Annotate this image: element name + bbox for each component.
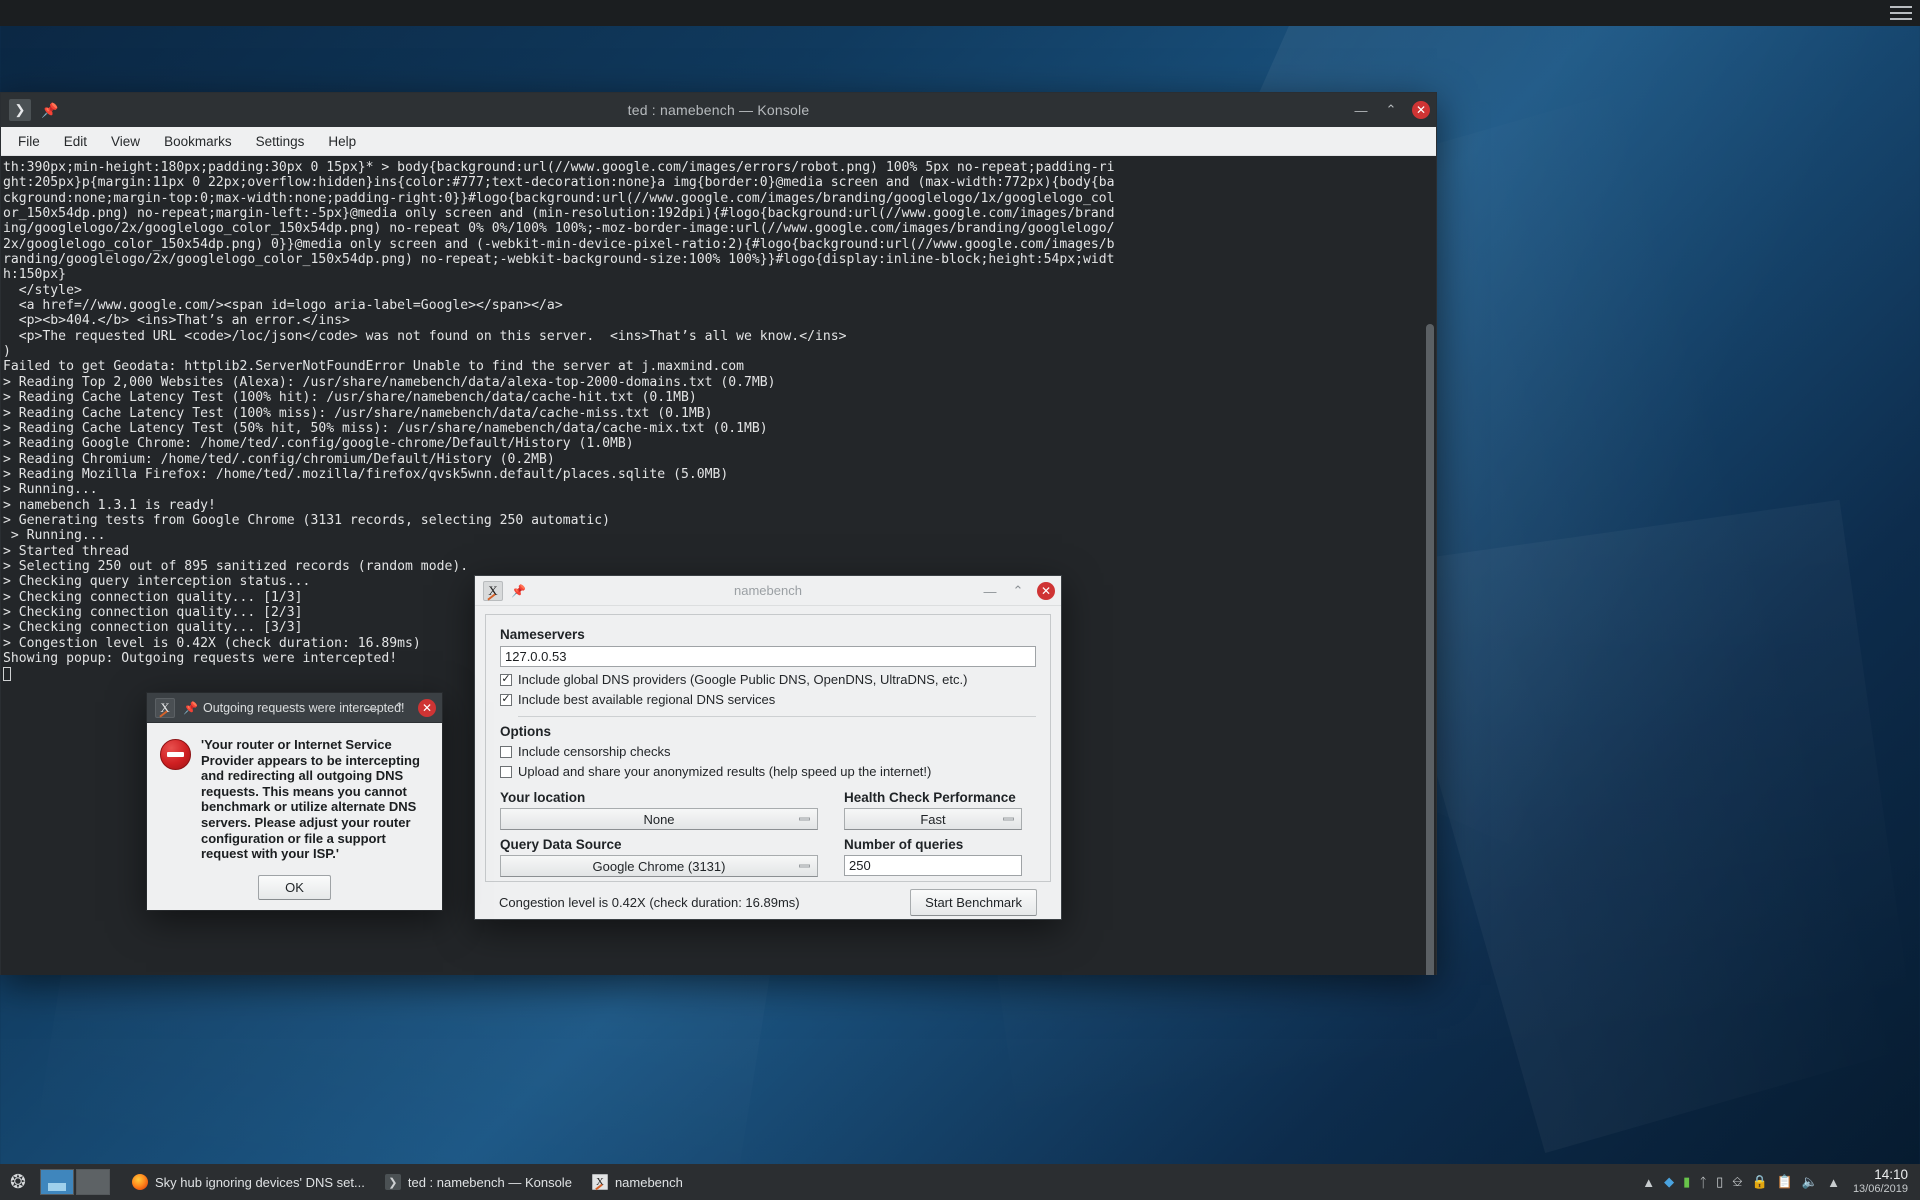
maximize-button[interactable]: ⌃ — [390, 699, 408, 717]
desktop-pager[interactable] — [40, 1169, 110, 1195]
clock-date: 13/06/2019 — [1852, 1183, 1908, 1195]
namebench-titlebar[interactable]: X 📌 namebench — ⌃ ✕ — [475, 576, 1061, 606]
terminal-cursor — [3, 667, 11, 682]
health-check-value: Fast — [920, 811, 946, 827]
pin-icon[interactable]: 📌 — [511, 584, 526, 598]
minimize-button[interactable]: — — [1352, 101, 1370, 119]
pin-icon[interactable]: 📌 — [39, 99, 61, 121]
namebench-window-title: namebench — [734, 583, 802, 598]
task-label: namebench — [614, 1174, 683, 1190]
konsole-menubar: File Edit View Bookmarks Settings Help — [1, 127, 1436, 156]
maximize-button[interactable]: ⌃ — [1382, 101, 1400, 119]
network-icon[interactable]: ▲ — [1827, 1175, 1840, 1190]
intercept-alert-window: X 📌 Outgoing requests were intercepted! … — [146, 692, 443, 911]
menu-item-edit[interactable]: Edit — [53, 130, 98, 153]
pin-icon[interactable]: 📌 — [183, 701, 198, 715]
x-application-icon: X — [591, 1174, 608, 1190]
checkbox-box[interactable]: ✓ — [500, 693, 512, 706]
congestion-status-text: Congestion level is 0.42X (check duratio… — [499, 895, 800, 910]
pager-desktop-1[interactable] — [40, 1169, 74, 1195]
health-check-select[interactable]: Fast — [844, 808, 1022, 830]
close-button[interactable]: ✕ — [1412, 101, 1430, 119]
task-label: Sky hub ignoring devices' DNS set... — [155, 1174, 365, 1190]
menu-item-bookmarks[interactable]: Bookmarks — [153, 130, 243, 153]
clock[interactable]: 14:10 13/06/2019 — [1853, 1167, 1912, 1197]
konsole-icon: ❯ — [384, 1174, 401, 1190]
konsole-window-title: ted : namebench — Konsole — [627, 102, 810, 118]
lock-icon[interactable]: 🔒 — [1752, 1174, 1768, 1190]
checkbox-label: Include best available regional DNS serv… — [518, 692, 776, 707]
namebench-window: X 📌 namebench — ⌃ ✕ Nameservers ✓ Includ… — [474, 575, 1062, 920]
printer-icon[interactable]: ⎒ — [1732, 1174, 1742, 1190]
minimize-button[interactable]: — — [981, 582, 999, 600]
stop-error-icon — [160, 739, 191, 770]
konsole-icon: ❯ — [9, 99, 31, 121]
menu-item-settings[interactable]: Settings — [245, 130, 316, 153]
checkbox-include-global-dns[interactable]: ✓ Include global DNS providers (Google P… — [500, 672, 1036, 687]
checkbox-label: Include global DNS providers (Google Pub… — [518, 672, 968, 687]
your-location-value: None — [643, 811, 675, 827]
start-benchmark-button[interactable]: Start Benchmark — [910, 889, 1037, 916]
kde-launcher-icon[interactable]: ❂ — [0, 1164, 36, 1200]
checkbox-upload-share-results[interactable]: Upload and share your anonymized results… — [500, 764, 1036, 779]
konsole-titlebar[interactable]: ❯ 📌 ted : namebench — Konsole — ⌃ ✕ — [1, 93, 1436, 127]
pager-desktop-2[interactable] — [76, 1169, 110, 1195]
checkbox-box[interactable] — [500, 745, 512, 758]
query-data-source-value: Google Chrome (3131) — [592, 858, 726, 874]
task-list: Sky hub ignoring devices' DNS set... ❯ t… — [124, 1167, 695, 1197]
battery-icon[interactable]: ▮ — [1683, 1174, 1690, 1190]
alert-titlebar[interactable]: X 📌 Outgoing requests were intercepted! … — [147, 693, 442, 723]
checkbox-label: Include censorship checks — [518, 744, 671, 759]
x-application-icon: X — [483, 580, 503, 601]
checkbox-box[interactable]: ✓ — [500, 673, 512, 686]
query-data-source-label: Query Data Source — [500, 837, 622, 852]
number-of-queries-input[interactable] — [844, 855, 1022, 876]
ok-button[interactable]: OK — [258, 874, 331, 900]
task-konsole[interactable]: ❯ ted : namebench — Konsole — [377, 1167, 584, 1197]
minimize-button[interactable]: — — [362, 699, 380, 717]
task-namebench[interactable]: X namebench — [584, 1167, 695, 1197]
namebench-form-panel: Nameservers ✓ Include global DNS provide… — [485, 614, 1051, 882]
audio-icon[interactable]: 🔈 — [1802, 1174, 1818, 1190]
query-data-source-select[interactable]: Google Chrome (3131) — [500, 855, 818, 877]
bluetooth-icon[interactable]: ᛏ — [1699, 1175, 1707, 1190]
clipboard-icon[interactable]: 📋 — [1777, 1174, 1793, 1190]
checkbox-label: Upload and share your anonymized results… — [518, 764, 932, 779]
task-firefox[interactable]: Sky hub ignoring devices' DNS set... — [124, 1167, 377, 1197]
number-of-queries-label: Number of queries — [844, 837, 964, 852]
divider — [518, 716, 1036, 717]
chevron-down-icon — [799, 864, 810, 868]
chevron-up-icon[interactable]: ▲ — [1642, 1175, 1655, 1190]
health-check-label: Health Check Performance — [844, 790, 1016, 805]
close-button[interactable]: ✕ — [1037, 582, 1055, 600]
terminal-scrollbar[interactable] — [1424, 156, 1436, 975]
checkbox-include-censorship-checks[interactable]: Include censorship checks — [500, 744, 1036, 759]
top-panel — [0, 0, 1920, 26]
taskbar: ❂ Sky hub ignoring devices' DNS set... ❯… — [0, 1164, 1920, 1200]
menu-item-view[interactable]: View — [100, 130, 151, 153]
chevron-down-icon — [799, 817, 810, 821]
menu-item-file[interactable]: File — [7, 130, 51, 153]
hamburger-icon[interactable] — [1890, 6, 1912, 20]
task-label: ted : namebench — Konsole — [407, 1174, 572, 1190]
maximize-button[interactable]: ⌃ — [1009, 582, 1027, 600]
display-icon[interactable]: ▯ — [1716, 1174, 1723, 1190]
your-location-label: Your location — [500, 790, 586, 805]
clock-time: 14:10 — [1874, 1167, 1908, 1182]
dropbox-icon[interactable]: ◆ — [1664, 1174, 1674, 1190]
nameservers-input[interactable] — [500, 646, 1036, 667]
menu-item-help[interactable]: Help — [317, 130, 367, 153]
terminal-scrollbar-thumb[interactable] — [1426, 324, 1434, 975]
options-heading: Options — [500, 724, 551, 739]
firefox-icon — [132, 1174, 148, 1190]
chevron-down-icon — [1003, 817, 1014, 821]
checkbox-include-regional-dns[interactable]: ✓ Include best available regional DNS se… — [500, 692, 1036, 707]
checkbox-box[interactable] — [500, 765, 512, 778]
system-tray: ▲ ◆ ▮ ᛏ ▯ ⎒ 🔒 📋 🔈 ▲ 14:10 13/06/2019 — [1642, 1164, 1920, 1200]
nameservers-heading: Nameservers — [500, 627, 585, 642]
your-location-select[interactable]: None — [500, 808, 818, 830]
x-application-icon: X — [155, 697, 175, 718]
alert-message: 'Your router or Internet Service Provide… — [201, 737, 420, 862]
close-button[interactable]: ✕ — [418, 699, 436, 717]
